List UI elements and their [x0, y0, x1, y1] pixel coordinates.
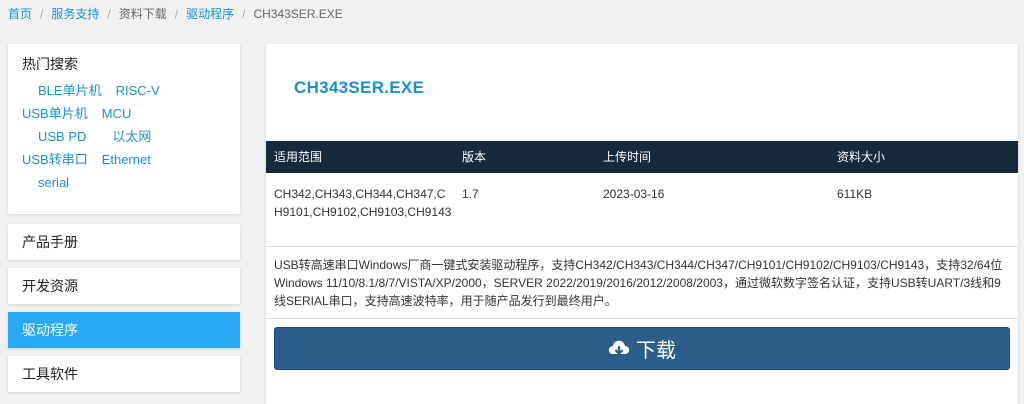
breadcrumb: 首页 / 服务支持 / 资料下载 / 驱动程序 / CH343SER.EXE — [8, 4, 343, 24]
header-scope: 适用范围 — [274, 150, 323, 164]
sidebar-item-manuals[interactable]: 产品手册 — [8, 224, 240, 260]
breadcrumb-downloads: 资料下载 — [118, 7, 167, 21]
hot-link-usb-pd[interactable]: USB PD — [38, 125, 86, 148]
cell-version: 1.7 — [462, 187, 479, 201]
breadcrumb-separator: / — [174, 7, 179, 21]
breadcrumb-current: CH343SER.EXE — [253, 7, 343, 21]
cell-scope: CH342,CH343,CH344,CH347,CH9101,CH9102,CH… — [274, 187, 452, 219]
hot-link-mcu[interactable]: MCU — [102, 102, 132, 125]
table-row: CH342,CH343,CH344,CH347,CH9101,CH9102,CH… — [266, 173, 1018, 247]
breadcrumb-home[interactable]: 首页 — [8, 6, 32, 22]
download-label: 下载 — [636, 340, 676, 362]
breadcrumb-service-support[interactable]: 服务支持 — [51, 6, 99, 22]
file-description: USB转高速串口Windows厂商一键式安装驱动程序，支持CH342/CH343… — [274, 258, 1003, 308]
sidebar: 热门搜索 BLE单片机 RISC-V USB单片机 MCU USB PD 以太网… — [8, 44, 240, 392]
header-size: 资料大小 — [837, 150, 886, 164]
hot-link-usb-mcu[interactable]: USB单片机 — [22, 102, 88, 125]
hot-link-ethernet-cn[interactable]: 以太网 — [112, 125, 151, 148]
table-header: 适用范围 版本 上传时间 资料大小 — [266, 141, 1018, 173]
hot-search-links: BLE单片机 RISC-V USB单片机 MCU USB PD 以太网 USB转… — [22, 79, 226, 194]
cell-upload-time: 2023-03-16 — [603, 187, 665, 201]
hot-search-title: 热门搜索 — [22, 56, 78, 72]
sidebar-item-drivers[interactable]: 驱动程序 — [8, 312, 240, 348]
breadcrumb-separator: / — [107, 7, 111, 21]
sidebar-item-dev-resources[interactable]: 开发资源 — [8, 268, 240, 304]
hot-link-ble-mcu[interactable]: BLE单片机 — [38, 79, 102, 102]
sidebar-item-tools[interactable]: 工具软件 — [8, 356, 240, 392]
breadcrumb-separator: / — [242, 7, 246, 21]
hot-link-usb-serial[interactable]: USB转串口 — [22, 148, 88, 171]
divider — [266, 318, 1018, 319]
breadcrumb-separator: / — [40, 7, 44, 21]
hot-search-panel: 热门搜索 BLE单片机 RISC-V USB单片机 MCU USB PD 以太网… — [8, 44, 240, 214]
hot-link-risc-v[interactable]: RISC-V — [116, 79, 160, 102]
file-detail-panel: CH343SER.EXE 适用范围 版本 上传时间 资料大小 CH342,CH3… — [266, 44, 1018, 404]
cell-size: 611KB — [837, 187, 873, 201]
header-upload-time: 上传时间 — [603, 150, 652, 164]
cloud-download-icon — [608, 339, 630, 359]
file-title: CH343SER.EXE — [294, 78, 425, 97]
header-version: 版本 — [462, 150, 487, 164]
breadcrumb-drivers[interactable]: 驱动程序 — [186, 6, 234, 22]
hot-link-serial[interactable]: serial — [38, 171, 69, 194]
download-button[interactable]: 下载 — [274, 327, 1010, 370]
hot-link-ethernet[interactable]: Ethernet — [102, 148, 151, 171]
